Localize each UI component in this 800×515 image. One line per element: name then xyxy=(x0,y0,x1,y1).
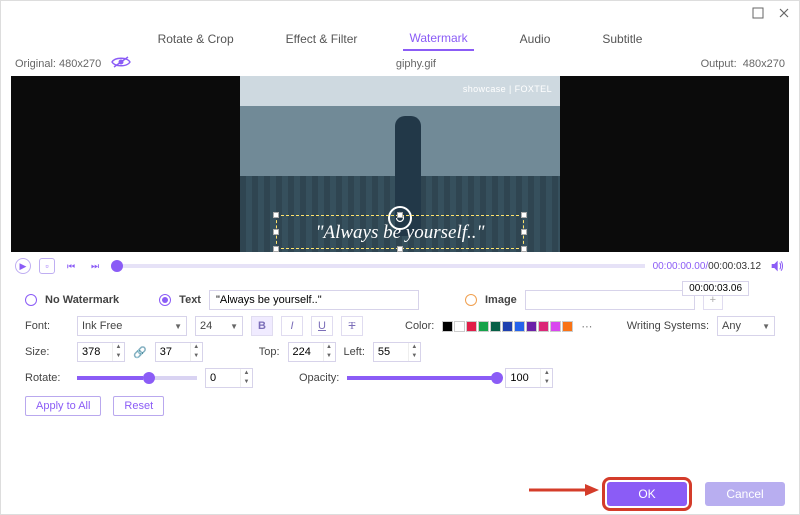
color-swatch[interactable] xyxy=(562,321,573,332)
italic-button[interactable]: I xyxy=(281,316,303,336)
next-frame-button[interactable]: ⏭ xyxy=(87,258,103,274)
font-size-select[interactable]: 24▼ xyxy=(195,316,243,336)
footer: OK Cancel xyxy=(607,482,785,506)
tab-bar: Rotate & Crop Effect & Filter Watermark … xyxy=(1,25,799,53)
color-swatch[interactable] xyxy=(538,321,549,332)
volume-icon[interactable] xyxy=(769,258,785,274)
watermark-bounding-box[interactable] xyxy=(277,216,523,248)
no-watermark-label: No Watermark xyxy=(45,294,119,306)
ok-button[interactable]: OK xyxy=(607,482,687,506)
color-swatches[interactable] xyxy=(442,321,573,332)
playback-bar: ▶ ▫ ⏮ ⏭ 00:00:00.00/00:00:03.12 xyxy=(1,252,799,280)
video-frame: showcase | FOXTEL "Always be yourself.." xyxy=(240,76,560,252)
rotate-value[interactable]: ▲▼ xyxy=(205,368,253,388)
color-label: Color: xyxy=(405,320,434,332)
watermark-panel: No Watermark Text Image + Font: Ink Free… xyxy=(1,280,799,416)
opacity-label: Opacity: xyxy=(299,372,339,384)
rotate-label: Rotate: xyxy=(25,372,69,384)
opacity-slider[interactable] xyxy=(347,376,497,380)
seek-thumb[interactable] xyxy=(111,260,123,272)
height-input[interactable]: ▲▼ xyxy=(155,342,203,362)
window-minimize-icon[interactable] xyxy=(749,4,767,22)
play-button[interactable]: ▶ xyxy=(15,258,31,274)
reset-button[interactable]: Reset xyxy=(113,396,164,416)
output-value: 480x270 xyxy=(743,58,785,70)
tab-watermark[interactable]: Watermark xyxy=(403,27,473,51)
time-display: 00:00:00.00/00:00:03.12 xyxy=(653,261,761,272)
seek-track[interactable] xyxy=(111,264,645,268)
color-swatch[interactable] xyxy=(502,321,513,332)
cancel-button[interactable]: Cancel xyxy=(705,482,785,506)
link-icon[interactable]: 🔗 xyxy=(133,346,147,359)
image-label: Image xyxy=(485,294,517,306)
preview-toggle-icon[interactable] xyxy=(111,55,131,72)
size-label: Size: xyxy=(25,346,69,358)
annotation-arrow-icon xyxy=(529,480,599,500)
editor-window: Rotate & Crop Effect & Filter Watermark … xyxy=(0,0,800,515)
window-close-icon[interactable] xyxy=(775,4,793,22)
color-swatch[interactable] xyxy=(478,321,489,332)
video-preview[interactable]: showcase | FOXTEL "Always be yourself.." xyxy=(11,76,789,252)
color-swatch[interactable] xyxy=(550,321,561,332)
titlebar xyxy=(1,1,799,25)
filename: giphy.gif xyxy=(396,58,436,70)
more-colors-icon[interactable]: ⋯ xyxy=(581,320,592,333)
top-label: Top: xyxy=(259,346,280,358)
radio-image[interactable] xyxy=(465,294,477,306)
tab-audio[interactable]: Audio xyxy=(514,28,557,50)
radio-text[interactable] xyxy=(159,294,171,306)
duration-field[interactable]: 00:00:03.06 xyxy=(682,281,749,296)
output-label: Output: xyxy=(701,58,737,70)
bold-button[interactable]: B xyxy=(251,316,273,336)
underline-button[interactable]: U xyxy=(311,316,333,336)
color-swatch[interactable] xyxy=(526,321,537,332)
color-swatch[interactable] xyxy=(442,321,453,332)
left-input[interactable]: ▲▼ xyxy=(373,342,421,362)
strikethrough-button[interactable]: T xyxy=(341,316,363,336)
writing-systems-select[interactable]: Any▼ xyxy=(717,316,775,336)
top-input[interactable]: ▲▼ xyxy=(288,342,336,362)
font-label: Font: xyxy=(25,320,69,332)
watermark-image-input[interactable] xyxy=(525,290,695,310)
tab-subtitle[interactable]: Subtitle xyxy=(596,28,648,50)
info-bar: Original: 480x270 giphy.gif Output: 480x… xyxy=(1,53,799,76)
left-label: Left: xyxy=(344,346,365,358)
width-input[interactable]: ▲▼ xyxy=(77,342,125,362)
color-swatch[interactable] xyxy=(514,321,525,332)
stop-button[interactable]: ▫ xyxy=(39,258,55,274)
color-swatch[interactable] xyxy=(454,321,465,332)
color-swatch[interactable] xyxy=(490,321,501,332)
tab-rotate-crop[interactable]: Rotate & Crop xyxy=(152,28,240,50)
prev-frame-button[interactable]: ⏮ xyxy=(63,258,79,274)
font-family-select[interactable]: Ink Free▼ xyxy=(77,316,187,336)
tab-effect-filter[interactable]: Effect & Filter xyxy=(280,28,364,50)
apply-to-all-button[interactable]: Apply to All xyxy=(25,396,101,416)
text-label: Text xyxy=(179,294,201,306)
source-badge: showcase | FOXTEL xyxy=(463,84,552,94)
rotate-slider[interactable] xyxy=(77,376,197,380)
writing-systems-label: Writing Systems: xyxy=(627,320,709,332)
original-value: 480x270 xyxy=(59,58,101,70)
watermark-text-input[interactable] xyxy=(209,290,419,310)
original-label: Original: xyxy=(15,58,56,70)
radio-no-watermark[interactable] xyxy=(25,294,37,306)
color-swatch[interactable] xyxy=(466,321,477,332)
opacity-value[interactable]: ▲▼ xyxy=(505,368,553,388)
